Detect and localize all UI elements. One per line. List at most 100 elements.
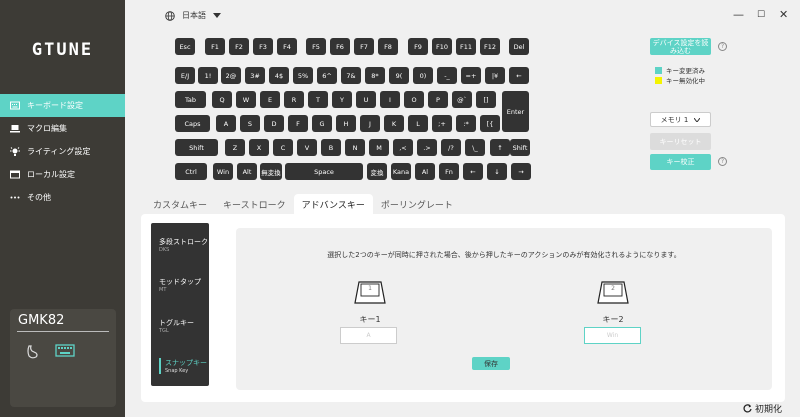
key[interactable]: E/J xyxy=(175,67,195,84)
key[interactable]: Win xyxy=(213,163,233,180)
key[interactable]: U xyxy=(356,91,376,108)
sidebar-item-local[interactable]: ローカル設定 xyxy=(0,163,125,186)
vtab-snap-key[interactable]: スナップキー Snap Key xyxy=(159,358,207,374)
key[interactable]: E xyxy=(260,91,280,108)
key[interactable]: F8 xyxy=(378,38,398,55)
key[interactable]: F6 xyxy=(330,38,350,55)
key[interactable]: .> xyxy=(417,139,437,156)
key[interactable]: ↓ xyxy=(487,163,507,180)
help-icon[interactable]: ? xyxy=(718,157,727,166)
key[interactable]: P xyxy=(428,91,448,108)
key[interactable]: ← xyxy=(463,163,483,180)
key[interactable]: R xyxy=(284,91,304,108)
key[interactable]: → xyxy=(511,163,531,180)
key[interactable]: I xyxy=(380,91,400,108)
key[interactable]: N xyxy=(345,139,365,156)
key[interactable]: 7& xyxy=(341,67,361,84)
sidebar-item-other[interactable]: その他 xyxy=(0,186,125,209)
key[interactable]: D xyxy=(264,115,284,132)
key[interactable]: \_ xyxy=(465,139,485,156)
key[interactable]: Kana xyxy=(391,163,411,180)
key[interactable]: ← xyxy=(509,67,529,84)
key[interactable]: Enter xyxy=(502,91,529,132)
key[interactable]: 3# xyxy=(245,67,265,84)
key[interactable]: F5 xyxy=(306,38,326,55)
key[interactable]: G xyxy=(312,115,332,132)
key[interactable]: Alt xyxy=(237,163,257,180)
key[interactable]: Q xyxy=(212,91,232,108)
key[interactable]: Shift xyxy=(510,139,530,156)
key[interactable]: F12 xyxy=(480,38,500,55)
key1-field[interactable]: A xyxy=(340,327,397,344)
key[interactable]: Z xyxy=(225,139,245,156)
key[interactable]: 2@ xyxy=(221,67,241,84)
language-selector[interactable]: 日本語 xyxy=(165,10,221,21)
reset-button[interactable]: 初期化 xyxy=(743,402,782,415)
key[interactable]: L xyxy=(408,115,428,132)
minimize-button[interactable]: — xyxy=(733,8,744,21)
key[interactable]: K xyxy=(384,115,404,132)
key[interactable]: X xyxy=(249,139,269,156)
key[interactable]: 4$ xyxy=(269,67,289,84)
key[interactable]: 9( xyxy=(389,67,409,84)
key[interactable]: Del xyxy=(509,38,529,55)
save-button[interactable]: 保存 xyxy=(472,357,510,370)
memory-select[interactable]: メモリ 1 xyxy=(650,112,711,127)
key[interactable]: Tab xyxy=(175,91,206,108)
key[interactable]: J xyxy=(360,115,380,132)
maximize-button[interactable]: ☐ xyxy=(757,10,765,20)
key[interactable]: ,< xyxy=(393,139,413,156)
key[interactable]: Al xyxy=(415,163,435,180)
key[interactable]: F1 xyxy=(205,38,225,55)
key[interactable]: -_ xyxy=(437,67,457,84)
key[interactable]: @` xyxy=(452,91,472,108)
key-calibrate-button[interactable]: キー校正 xyxy=(650,154,711,170)
key[interactable]: F11 xyxy=(456,38,476,55)
key[interactable]: Space xyxy=(285,163,363,180)
key[interactable]: F7 xyxy=(354,38,374,55)
keyboard-device-icon[interactable] xyxy=(55,344,75,357)
key[interactable]: Shift xyxy=(175,139,218,156)
key[interactable]: 無変換 xyxy=(260,163,282,180)
key[interactable]: V xyxy=(297,139,317,156)
key[interactable]: 6^ xyxy=(317,67,337,84)
key[interactable]: F2 xyxy=(229,38,249,55)
load-settings-button[interactable]: デバイス設定を読み込む xyxy=(650,38,711,55)
key[interactable]: Ctrl xyxy=(175,163,207,180)
key[interactable]: F3 xyxy=(253,38,273,55)
key[interactable]: ↑ xyxy=(490,139,510,156)
key[interactable]: C xyxy=(273,139,293,156)
key[interactable]: ;+ xyxy=(432,115,452,132)
key[interactable]: /? xyxy=(441,139,461,156)
key[interactable]: Esc xyxy=(175,38,195,55)
vtab-toggle-key[interactable]: トグルキー TGL xyxy=(159,318,194,334)
sidebar-item-lighting[interactable]: ライティング設定 xyxy=(0,140,125,163)
key[interactable]: 8* xyxy=(365,67,385,84)
key[interactable]: S xyxy=(240,115,260,132)
sidebar-item-keyboard[interactable]: キーボード設定 xyxy=(0,94,125,117)
key[interactable]: F9 xyxy=(408,38,428,55)
key[interactable]: 1! xyxy=(198,67,218,84)
vtab-dks[interactable]: 多段ストローク DKS xyxy=(159,237,208,253)
key-reset-button[interactable]: キーリセット xyxy=(650,133,711,150)
key[interactable]: F10 xyxy=(432,38,452,55)
close-button[interactable]: ✕ xyxy=(779,8,788,21)
key[interactable]: A xyxy=(216,115,236,132)
key[interactable]: |¥ xyxy=(485,67,505,84)
key[interactable]: O xyxy=(404,91,424,108)
mouse-icon[interactable] xyxy=(26,344,40,360)
vtab-mod-tap[interactable]: モッドタップ MT xyxy=(159,277,201,293)
key[interactable]: H xyxy=(336,115,356,132)
key[interactable]: Caps xyxy=(175,115,210,132)
help-icon[interactable]: ? xyxy=(718,42,727,51)
key[interactable]: 5% xyxy=(293,67,313,84)
key[interactable]: [{ xyxy=(480,115,500,132)
key[interactable]: W xyxy=(236,91,256,108)
sidebar-item-macro[interactable]: マクロ編集 xyxy=(0,117,125,140)
key[interactable]: =+ xyxy=(461,67,481,84)
key[interactable]: 0) xyxy=(413,67,433,84)
key[interactable]: Fn xyxy=(439,163,459,180)
key[interactable]: [] xyxy=(476,91,496,108)
key[interactable]: T xyxy=(308,91,328,108)
key[interactable]: B xyxy=(321,139,341,156)
